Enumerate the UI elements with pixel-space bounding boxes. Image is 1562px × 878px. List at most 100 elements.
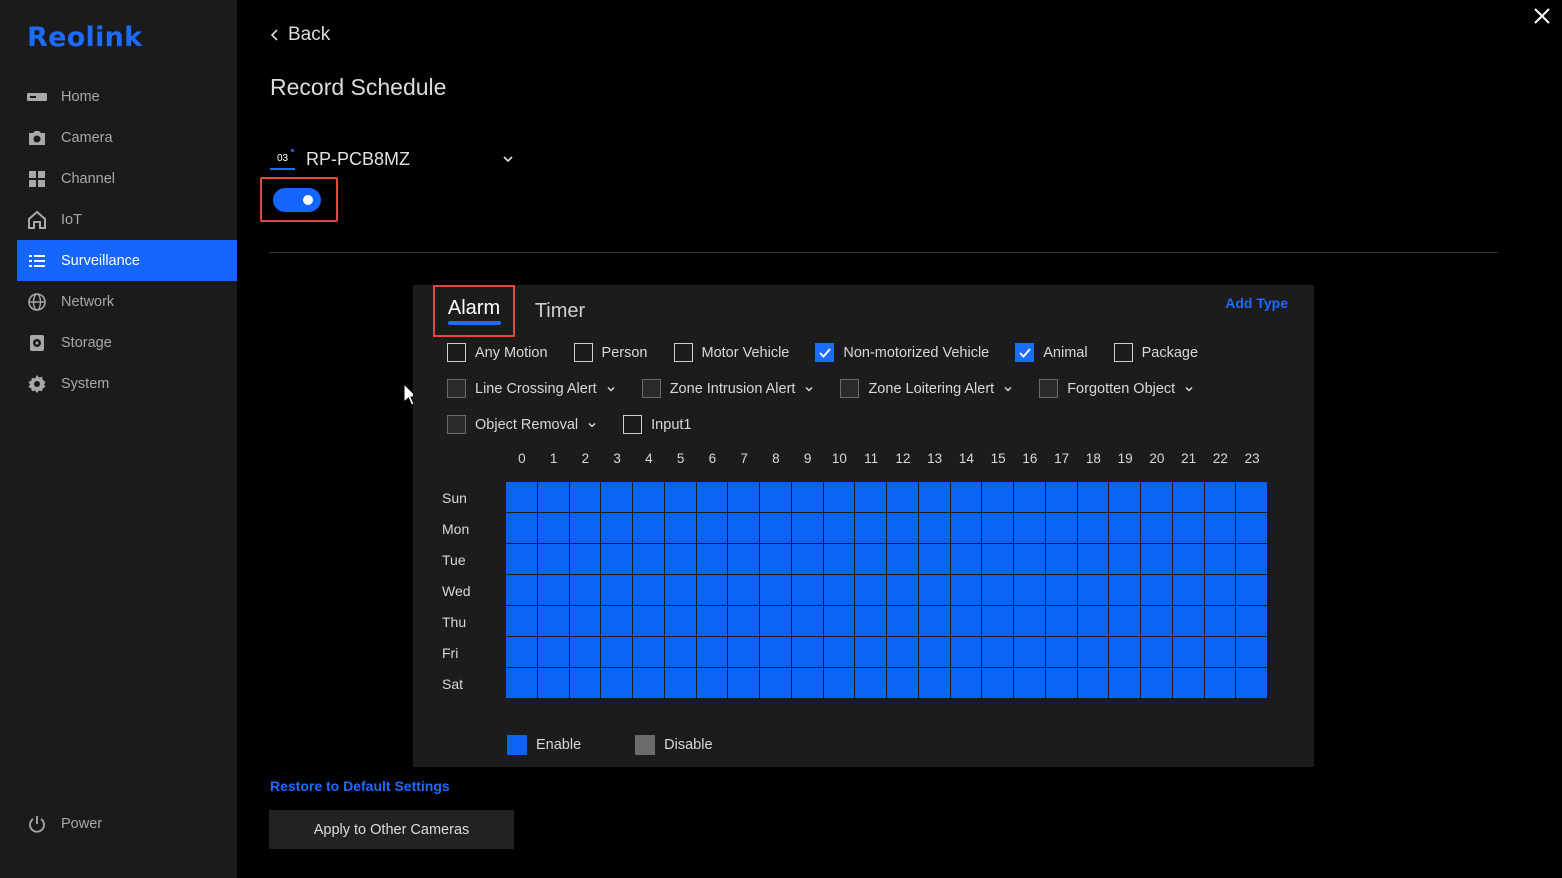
schedule-cell[interactable] bbox=[1141, 482, 1173, 513]
schedule-cell[interactable] bbox=[1109, 575, 1141, 606]
schedule-cell[interactable] bbox=[1045, 513, 1078, 544]
close-button[interactable] bbox=[1530, 4, 1554, 28]
schedule-cell[interactable] bbox=[1204, 513, 1237, 544]
schedule-cell[interactable] bbox=[855, 575, 887, 606]
schedule-cell[interactable] bbox=[823, 606, 856, 637]
schedule-cell[interactable] bbox=[950, 668, 983, 699]
schedule-cell[interactable] bbox=[887, 606, 919, 637]
schedule-cell[interactable] bbox=[1172, 544, 1205, 575]
schedule-cell[interactable] bbox=[1141, 637, 1173, 668]
chevron-down-icon[interactable] bbox=[1184, 384, 1194, 394]
schedule-cell[interactable] bbox=[664, 668, 697, 699]
schedule-cell[interactable] bbox=[1236, 513, 1268, 544]
schedule-cell[interactable] bbox=[728, 513, 760, 544]
schedule-cell[interactable] bbox=[1141, 668, 1173, 699]
schedule-cell[interactable] bbox=[537, 544, 570, 575]
schedule-cell[interactable] bbox=[1045, 575, 1078, 606]
schedule-cell[interactable] bbox=[1014, 575, 1046, 606]
schedule-cell[interactable] bbox=[982, 606, 1014, 637]
schedule-cell[interactable] bbox=[633, 575, 665, 606]
schedule-cell[interactable] bbox=[664, 513, 697, 544]
schedule-cell[interactable] bbox=[855, 544, 887, 575]
schedule-cell[interactable] bbox=[569, 668, 602, 699]
schedule-cell[interactable] bbox=[537, 668, 570, 699]
add-type-link[interactable]: Add Type bbox=[1225, 295, 1288, 311]
schedule-cell[interactable] bbox=[537, 513, 570, 544]
sidebar-item-surveillance[interactable]: Surveillance bbox=[17, 240, 237, 281]
alarm-type-checkbox[interactable]: Motor Vehicle bbox=[673, 343, 789, 362]
camera-select[interactable]: 03 RP-PCB8MZ bbox=[270, 148, 515, 170]
schedule-cell[interactable] bbox=[1045, 637, 1078, 668]
schedule-cell[interactable] bbox=[1109, 482, 1141, 513]
schedule-cell[interactable] bbox=[791, 606, 824, 637]
schedule-cell[interactable] bbox=[1236, 482, 1268, 513]
schedule-cell[interactable] bbox=[569, 482, 602, 513]
schedule-cell[interactable] bbox=[633, 513, 665, 544]
chevron-down-icon[interactable] bbox=[587, 420, 597, 430]
schedule-cell[interactable] bbox=[791, 637, 824, 668]
schedule-cell[interactable] bbox=[855, 606, 887, 637]
schedule-cell[interactable] bbox=[1014, 482, 1046, 513]
schedule-cell[interactable] bbox=[537, 637, 570, 668]
chevron-down-icon[interactable] bbox=[1003, 384, 1013, 394]
schedule-cell[interactable] bbox=[791, 482, 824, 513]
schedule-cell[interactable] bbox=[1077, 575, 1110, 606]
schedule-cell[interactable] bbox=[728, 482, 760, 513]
schedule-grid[interactable] bbox=[506, 482, 1268, 699]
schedule-cell[interactable] bbox=[1204, 482, 1237, 513]
schedule-cell[interactable] bbox=[855, 482, 887, 513]
schedule-cell[interactable] bbox=[1236, 544, 1268, 575]
schedule-cell[interactable] bbox=[887, 668, 919, 699]
schedule-cell[interactable] bbox=[537, 575, 570, 606]
schedule-cell[interactable] bbox=[569, 513, 602, 544]
schedule-cell[interactable] bbox=[760, 482, 792, 513]
schedule-cell[interactable] bbox=[1077, 482, 1110, 513]
sidebar-item-system[interactable]: System bbox=[17, 363, 237, 404]
schedule-cell[interactable] bbox=[664, 606, 697, 637]
schedule-cell[interactable] bbox=[569, 575, 602, 606]
schedule-cell[interactable] bbox=[1109, 544, 1141, 575]
schedule-cell[interactable] bbox=[791, 544, 824, 575]
schedule-cell[interactable] bbox=[950, 513, 983, 544]
schedule-cell[interactable] bbox=[918, 606, 951, 637]
schedule-cell[interactable] bbox=[1172, 637, 1205, 668]
schedule-cell[interactable] bbox=[1014, 668, 1046, 699]
schedule-cell[interactable] bbox=[728, 637, 760, 668]
schedule-cell[interactable] bbox=[823, 668, 856, 699]
schedule-cell[interactable] bbox=[1204, 606, 1237, 637]
schedule-cell[interactable] bbox=[760, 544, 792, 575]
schedule-cell[interactable] bbox=[696, 637, 729, 668]
alarm-type-checkbox[interactable]: Any Motion bbox=[447, 343, 548, 362]
schedule-cell[interactable] bbox=[918, 575, 951, 606]
schedule-cell[interactable] bbox=[982, 544, 1014, 575]
back-button[interactable]: Back bbox=[270, 24, 330, 46]
schedule-cell[interactable] bbox=[950, 637, 983, 668]
schedule-cell[interactable] bbox=[950, 482, 983, 513]
schedule-cell[interactable] bbox=[1236, 606, 1268, 637]
schedule-cell[interactable] bbox=[760, 513, 792, 544]
schedule-cell[interactable] bbox=[664, 575, 697, 606]
schedule-cell[interactable] bbox=[728, 575, 760, 606]
schedule-cell[interactable] bbox=[601, 513, 633, 544]
schedule-cell[interactable] bbox=[696, 544, 729, 575]
alarm-type-checkbox[interactable]: Non-motorized Vehicle bbox=[815, 343, 989, 362]
schedule-cell[interactable] bbox=[823, 637, 856, 668]
schedule-cell[interactable] bbox=[696, 606, 729, 637]
schedule-cell[interactable] bbox=[1014, 606, 1046, 637]
power-button[interactable]: Power bbox=[25, 814, 102, 834]
schedule-cell[interactable] bbox=[918, 637, 951, 668]
schedule-cell[interactable] bbox=[633, 668, 665, 699]
alarm-type-checkbox[interactable]: Input1 bbox=[623, 415, 691, 434]
schedule-cell[interactable] bbox=[791, 513, 824, 544]
schedule-cell[interactable] bbox=[506, 513, 538, 544]
schedule-cell[interactable] bbox=[506, 575, 538, 606]
schedule-cell[interactable] bbox=[823, 482, 856, 513]
legend-enable[interactable]: Enable bbox=[507, 735, 581, 755]
schedule-cell[interactable] bbox=[1204, 637, 1237, 668]
schedule-cell[interactable] bbox=[506, 544, 538, 575]
schedule-cell[interactable] bbox=[1014, 513, 1046, 544]
schedule-cell[interactable] bbox=[791, 575, 824, 606]
schedule-cell[interactable] bbox=[696, 513, 729, 544]
schedule-cell[interactable] bbox=[664, 544, 697, 575]
schedule-cell[interactable] bbox=[601, 544, 633, 575]
